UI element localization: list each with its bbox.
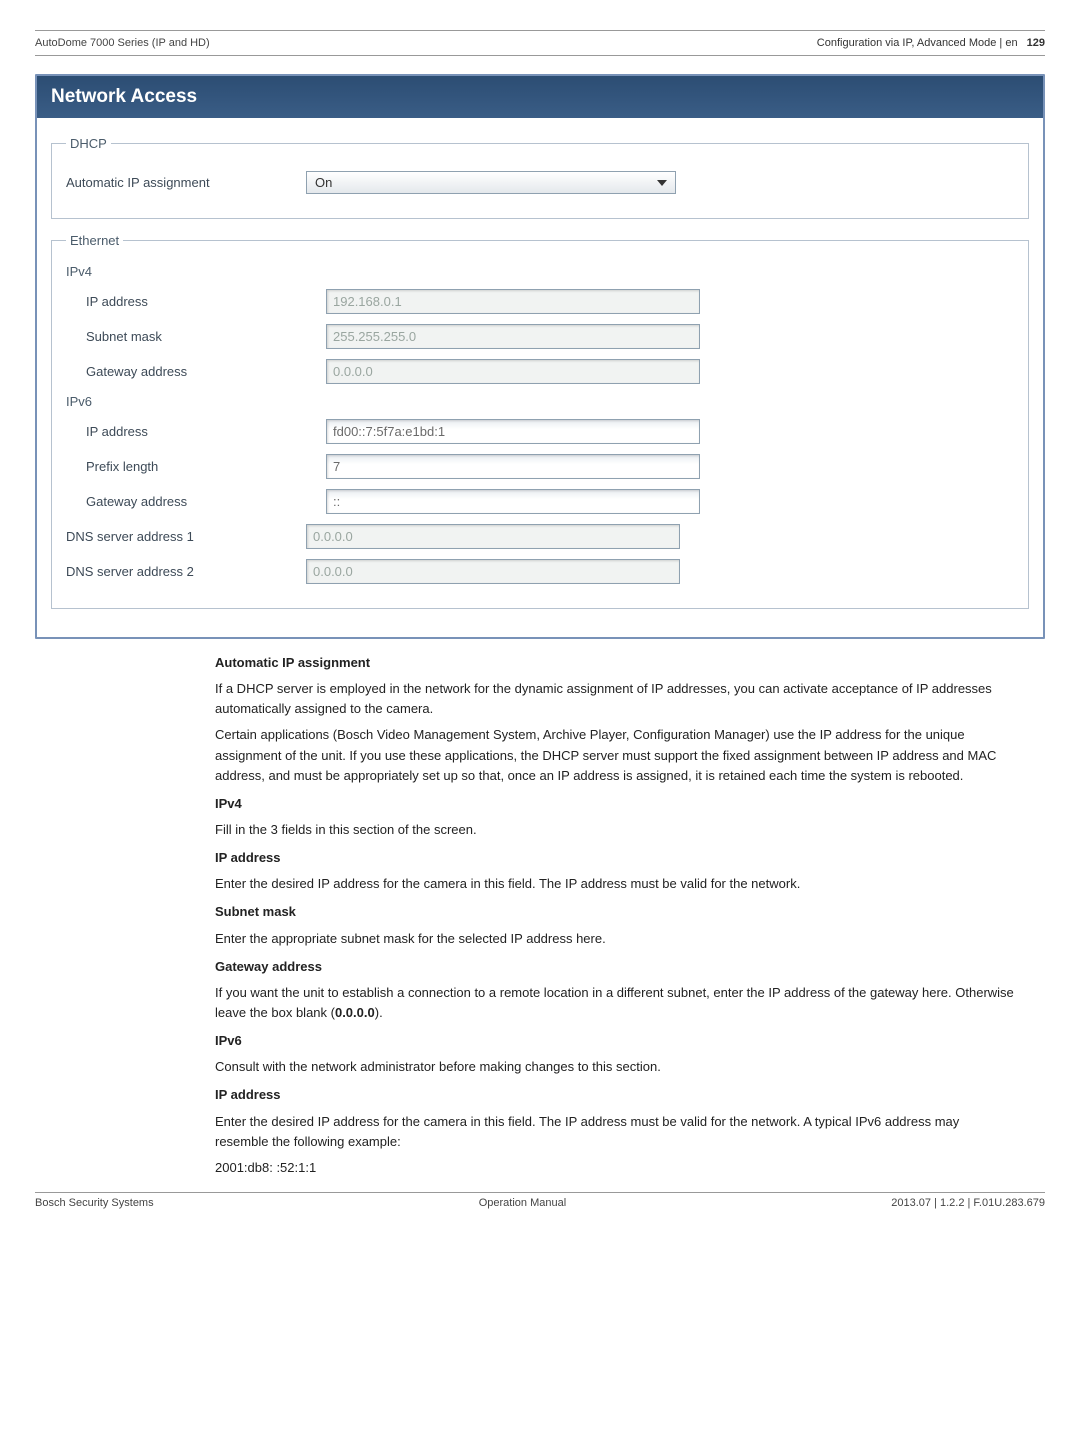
ipv6-sublegend: IPv6 — [66, 394, 1014, 409]
gateway-p-b: 0.0.0.0 — [335, 1005, 375, 1020]
dns2-input[interactable] — [306, 559, 680, 584]
ipv4-subnet-input[interactable] — [326, 324, 700, 349]
network-access-panel: Network Access DHCP Automatic IP assignm… — [35, 74, 1045, 639]
dns2-row: DNS server address 2 — [66, 559, 1014, 584]
ipv6-prefix-row: Prefix length — [66, 454, 1014, 479]
ipv4-subnet-row: Subnet mask — [66, 324, 1014, 349]
ipv4-gateway-input[interactable] — [326, 359, 700, 384]
ipv6-prefix-label: Prefix length — [66, 459, 326, 474]
auto-ip-select[interactable]: On — [306, 171, 676, 194]
dns1-row: DNS server address 1 — [66, 524, 1014, 549]
header-left: AutoDome 7000 Series (IP and HD) — [35, 37, 210, 49]
header-underline — [35, 55, 1045, 56]
ipv4-gateway-label: Gateway address — [66, 364, 326, 379]
gateway-p-c: ). — [375, 1005, 383, 1020]
ipv6-gateway-input[interactable] — [326, 489, 700, 514]
ipv6-heading: IPv6 — [215, 1031, 1015, 1051]
ipv4-p: Fill in the 3 fields in this section of … — [215, 820, 1015, 840]
ipv4-heading: IPv4 — [215, 794, 1015, 814]
top-rule — [35, 30, 1045, 31]
panel-title: Network Access — [37, 76, 1043, 118]
footer-right: 2013.07 | 1.2.2 | F.01U.283.679 — [891, 1197, 1045, 1209]
ipv6-p: Consult with the network administrator b… — [215, 1057, 1015, 1077]
ipv6-ip-row: IP address — [66, 419, 1014, 444]
footer-left: Bosch Security Systems — [35, 1197, 154, 1209]
page-footer: Bosch Security Systems Operation Manual … — [35, 1197, 1045, 1209]
ipv4-ip-row: IP address — [66, 289, 1014, 314]
dhcp-legend: DHCP — [66, 136, 111, 151]
dns1-input[interactable] — [306, 524, 680, 549]
footer-center: Operation Manual — [479, 1197, 566, 1209]
dns1-label: DNS server address 1 — [66, 529, 306, 544]
header-page-number: 129 — [1027, 37, 1045, 49]
ipv4-ip-label: IP address — [66, 294, 326, 309]
panel-body: DHCP Automatic IP assignment On Ethernet… — [37, 118, 1043, 637]
body-text: Automatic IP assignment If a DHCP server… — [215, 653, 1015, 1178]
ipv4-sublegend: IPv4 — [66, 264, 1014, 279]
chevron-down-icon — [657, 180, 667, 186]
ipv6-ip-label: IP address — [66, 424, 326, 439]
auto-ip-value: On — [315, 175, 332, 190]
ipv4-gateway-row: Gateway address — [66, 359, 1014, 384]
auto-p2: Certain applications (Bosch Video Manage… — [215, 725, 1015, 785]
ipv6-prefix-input[interactable] — [326, 454, 700, 479]
ipv6-gateway-row: Gateway address — [66, 489, 1014, 514]
header-right-text: Configuration via IP, Advanced Mode | en — [817, 37, 1018, 49]
subnet-p: Enter the appropriate subnet mask for th… — [215, 929, 1015, 949]
auto-p1: If a DHCP server is employed in the netw… — [215, 679, 1015, 719]
page-header: AutoDome 7000 Series (IP and HD) Configu… — [35, 37, 1045, 49]
ipaddr6-p1: Enter the desired IP address for the cam… — [215, 1112, 1015, 1152]
ethernet-legend: Ethernet — [66, 233, 123, 248]
gateway-p: If you want the unit to establish a conn… — [215, 983, 1015, 1023]
ipaddr6-p2: 2001:db8: :52:1:1 — [215, 1158, 1015, 1178]
auto-ip-row: Automatic IP assignment On — [66, 171, 1014, 194]
ipaddr6-heading: IP address — [215, 1085, 1015, 1105]
gateway-heading: Gateway address — [215, 957, 1015, 977]
ipv4-subnet-label: Subnet mask — [66, 329, 326, 344]
header-right: Configuration via IP, Advanced Mode | en… — [817, 37, 1045, 49]
ipaddr-p: Enter the desired IP address for the cam… — [215, 874, 1015, 894]
dns2-label: DNS server address 2 — [66, 564, 306, 579]
subnet-heading: Subnet mask — [215, 902, 1015, 922]
dhcp-fieldset: DHCP Automatic IP assignment On — [51, 136, 1029, 219]
footer-rule — [35, 1192, 1045, 1193]
ipv4-ip-input[interactable] — [326, 289, 700, 314]
auto-heading: Automatic IP assignment — [215, 653, 1015, 673]
ipv6-ip-input[interactable] — [326, 419, 700, 444]
ethernet-fieldset: Ethernet IPv4 IP address Subnet mask Gat… — [51, 233, 1029, 609]
auto-ip-label: Automatic IP assignment — [66, 175, 306, 190]
ipv6-gateway-label: Gateway address — [66, 494, 326, 509]
ipaddr-heading: IP address — [215, 848, 1015, 868]
